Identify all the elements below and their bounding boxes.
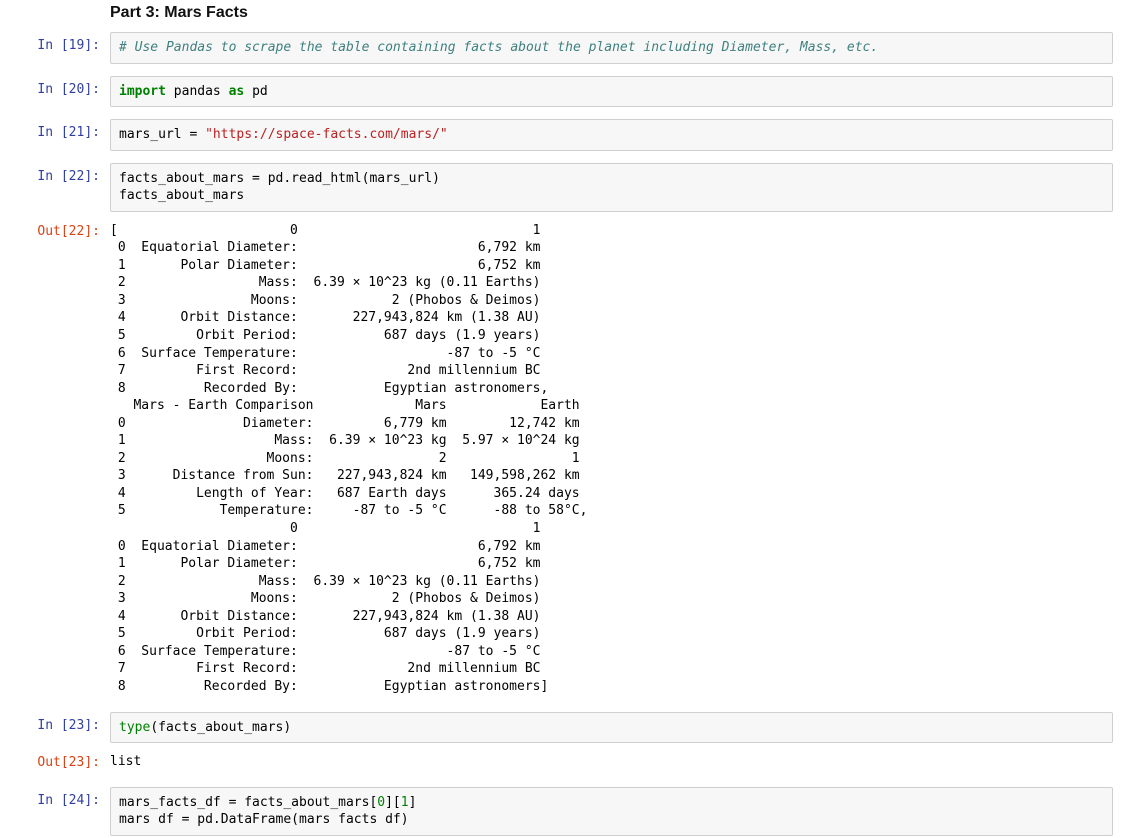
tok-string: "https://space-facts.com/mars/"	[205, 127, 448, 142]
code-input[interactable]: type(facts_about_mars)	[110, 712, 1113, 744]
tok-module: pandas	[166, 84, 229, 99]
cell-20: In [20]: import pandas as pd	[0, 74, 1143, 110]
code-output: [ 0 1 0 Equatorial Diameter: 6,792 km 1 …	[110, 218, 1113, 700]
notebook: Part 3: Mars Facts In [19]: # Use Pandas…	[0, 0, 1143, 838]
in-prompt: In [20]:	[0, 76, 110, 99]
in-prompt: In [19]:	[0, 32, 110, 55]
tok-builtin: type	[119, 720, 150, 735]
code-line: mars df = pd.DataFrame(mars facts df)	[119, 812, 409, 827]
code-input[interactable]: # Use Pandas to scrape the table contain…	[110, 32, 1113, 64]
in-prompt: In [22]:	[0, 163, 110, 186]
in-prompt: In [23]:	[0, 712, 110, 735]
cell-24: In [24]: mars_facts_df = facts_about_mar…	[0, 785, 1143, 838]
section-heading: Part 3: Mars Facts	[0, 0, 1143, 30]
code-line: facts_about_mars	[119, 188, 244, 203]
code-input[interactable]: mars_facts_df = facts_about_mars[0][1] m…	[110, 787, 1113, 836]
in-prompt: In [24]:	[0, 787, 110, 810]
code-comment: # Use Pandas to scrape the table contain…	[119, 40, 878, 55]
code-line: mars_facts_df = facts_about_mars[0][1]	[119, 795, 416, 810]
out-prompt: Out[23]:	[0, 749, 110, 772]
cell-23-out: Out[23]: list	[0, 747, 1143, 777]
code-line: facts_about_mars = pd.read_html(mars_url…	[119, 171, 440, 186]
in-prompt: In [21]:	[0, 119, 110, 142]
code-output: list	[110, 749, 1113, 775]
tok-lhs: mars_url =	[119, 127, 205, 142]
tok-as: as	[229, 84, 245, 99]
cell-23-in: In [23]: type(facts_about_mars)	[0, 710, 1143, 746]
out-prompt: Out[22]:	[0, 218, 110, 241]
code-input[interactable]: facts_about_mars = pd.read_html(mars_url…	[110, 163, 1113, 212]
code-input[interactable]: import pandas as pd	[110, 76, 1113, 108]
tok-rest: (facts_about_mars)	[150, 720, 291, 735]
cell-19: In [19]: # Use Pandas to scrape the tabl…	[0, 30, 1143, 66]
cell-22-in: In [22]: facts_about_mars = pd.read_html…	[0, 161, 1143, 214]
tok-alias: pd	[244, 84, 267, 99]
cell-21: In [21]: mars_url = "https://space-facts…	[0, 117, 1143, 153]
code-input[interactable]: mars_url = "https://space-facts.com/mars…	[110, 119, 1113, 151]
cell-22-out: Out[22]: [ 0 1 0 Equatorial Diameter: 6,…	[0, 216, 1143, 702]
tok-import: import	[119, 84, 166, 99]
